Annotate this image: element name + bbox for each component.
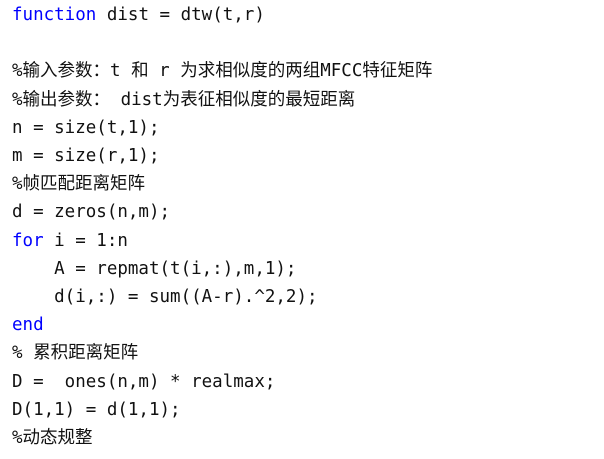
code-line[interactable]: d = zeros(n,m); [12, 198, 170, 226]
code-text: m = size(r,1); [12, 146, 160, 166]
comment-text: %动态规整 [12, 428, 93, 448]
code-text: D(1,1) = d(1,1); [12, 399, 181, 420]
comment-text: % 累积距离矩阵 [12, 343, 139, 364]
code-text: d = zeros(n,m); [12, 202, 171, 223]
code-line[interactable]: D(1,1) = d(1,1); [12, 396, 181, 424]
comment-text: %帧匹配距离矩阵 [12, 174, 146, 195]
code-line[interactable]: A = repmat(t(i,:),m,1); [12, 255, 296, 283]
code-line[interactable]: % 累积距离矩阵 [12, 339, 138, 367]
code-line[interactable]: d(i,:) = sum((A-r).^2,2); [12, 283, 318, 311]
comment-text: %输入参数：t 和 r 为求相似度的两组MFCC特征矩阵 [12, 61, 433, 82]
code-line[interactable]: end [12, 311, 44, 339]
code-text: D = ones(n,m) * realmax; [12, 371, 276, 392]
code-line[interactable]: %输入参数：t 和 r 为求相似度的两组MFCC特征矩阵 [12, 57, 432, 85]
code-text: i = 1:n [43, 230, 128, 251]
code-text: dist = dtw(t,r) [96, 5, 265, 25]
code-line[interactable]: m = size(r,1); [12, 142, 160, 170]
code-line[interactable]: n = size(t,1); [12, 114, 160, 142]
code-line[interactable]: D = ones(n,m) * realmax; [12, 368, 275, 396]
comment-text: %输出参数： dist为表征相似度的最短距离 [12, 89, 356, 110]
code-text: d(i,:) = sum((A-r).^2,2); [12, 287, 318, 307]
code-line[interactable]: function dist = dtw(t,r) [12, 1, 265, 29]
keyword-token: end [12, 315, 44, 336]
code-line[interactable]: %帧匹配距离矩阵 [12, 170, 145, 198]
code-line[interactable]: for i = 1:n [12, 227, 128, 255]
code-editor[interactable]: function dist = dtw(t,r) %输入参数：t 和 r 为求相似… [0, 0, 604, 459]
keyword-token: function [12, 5, 97, 25]
code-text: n = size(t,1); [12, 117, 160, 138]
code-text: A = repmat(t(i,:),m,1); [12, 258, 297, 279]
code-line[interactable]: %动态规整 [12, 424, 93, 452]
code-line[interactable]: %输出参数： dist为表征相似度的最短距离 [12, 86, 355, 114]
keyword-token: for [12, 230, 44, 251]
